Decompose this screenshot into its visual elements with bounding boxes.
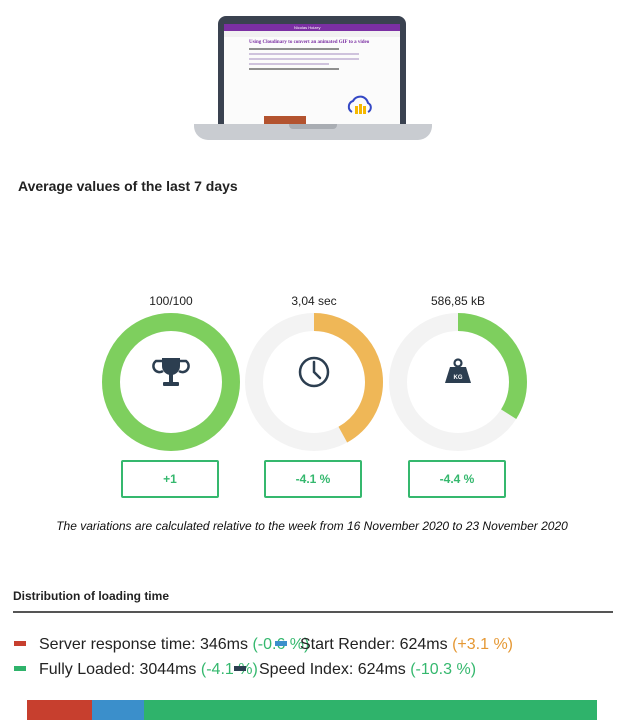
clock-icon [298, 356, 330, 388]
load-time-metric: 3,04 sec -4.1 % [244, 294, 384, 500]
trophy-icon [152, 358, 190, 386]
preview-line [249, 48, 339, 50]
site-preview-laptop: Nicolas Hoizey Using Cloudinary to conve… [194, 16, 432, 140]
load-time-variation-badge: -4.1 % [264, 460, 362, 498]
legend-start-render: Start Render: 624ms (+3.1 %) [275, 636, 513, 654]
preview-article-title: Using Cloudinary to convert an animated … [249, 40, 370, 45]
page-weight-value: 586,85 kB [430, 294, 486, 308]
legend-label: Speed Index: 624ms [259, 661, 406, 678]
variation-note: The variations are calculated relative t… [56, 519, 568, 533]
loading-time-bar [27, 700, 597, 720]
cloud-logo-icon [347, 95, 372, 114]
legend-fully-loaded: Fully Loaded: 3044ms (-4.1 %) [14, 661, 258, 679]
svg-text:KG: KG [454, 375, 463, 381]
legend-swatch [14, 641, 26, 647]
laptop-base [194, 124, 432, 140]
bar-segment [91, 700, 144, 720]
page-weight-variation-badge: -4.4 % [408, 460, 506, 498]
legend-swatch [234, 666, 246, 672]
score-variation-badge: +1 [121, 460, 219, 498]
preview-line [249, 63, 329, 65]
bar-segment [27, 700, 92, 720]
score-metric: 100/100 +1 [101, 294, 241, 500]
laptop-screen: Nicolas Hoizey Using Cloudinary to conve… [224, 24, 400, 126]
legend-label: Start Render: 624ms [300, 636, 448, 653]
score-value: 100/100 [149, 294, 193, 308]
legend-swatch [275, 641, 287, 647]
distribution-divider [13, 611, 613, 613]
legend-delta: (+3.1 %) [452, 636, 513, 653]
legend-swatch [14, 666, 26, 672]
preview-line [249, 53, 359, 55]
section-title: Average values of the last 7 days [18, 178, 238, 194]
weight-icon: KG [445, 358, 471, 383]
page-weight-metric: 586,85 kB KG -4.4 % [388, 294, 528, 500]
legend-speed-index: Speed Index: 624ms (-10.3 %) [234, 661, 476, 679]
legend-label: Server response time: 346ms [39, 636, 248, 653]
legend-delta: (-10.3 %) [410, 661, 477, 678]
legend-server-response: Server response time: 346ms (-0.6 %) [14, 636, 309, 654]
distribution-title: Distribution of loading time [13, 589, 169, 603]
load-time-value: 3,04 sec [291, 294, 337, 308]
legend-label: Fully Loaded: 3044ms [39, 661, 197, 678]
preview-line [249, 68, 339, 70]
preview-line [249, 58, 359, 60]
preview-site-name: Nicolas Hoizey [224, 24, 400, 31]
bar-segment [143, 700, 597, 720]
